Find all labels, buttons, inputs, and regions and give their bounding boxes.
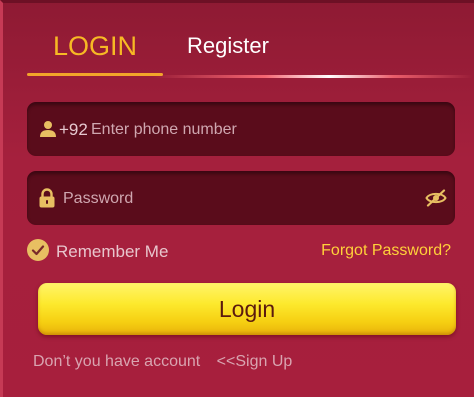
tab-register[interactable]: Register: [187, 29, 269, 63]
check-circle-icon[interactable]: [27, 239, 49, 261]
signup-row: Don’t you have account <<Sign Up: [33, 353, 292, 371]
remember-me-label: Remember Me: [56, 242, 169, 261]
active-tab-indicator: [27, 73, 163, 76]
tab-login[interactable]: LOGIN: [27, 29, 163, 77]
glow-divider: [153, 75, 473, 78]
eye-slash-icon[interactable]: [425, 189, 447, 207]
forgot-password-link[interactable]: Forgot Password?: [321, 242, 451, 260]
signup-prompt: Don’t you have account: [33, 353, 201, 370]
password-field[interactable]: [27, 171, 455, 225]
country-code-prefix: +92: [59, 120, 88, 139]
signup-link[interactable]: <<Sign Up: [217, 353, 293, 370]
phone-input[interactable]: [91, 113, 431, 147]
phone-field[interactable]: +92: [27, 102, 455, 156]
login-panel: LOGIN Register +92 Enter phone number Re…: [0, 0, 474, 397]
user-icon: [39, 120, 57, 138]
tab-bar: LOGIN Register: [3, 29, 474, 79]
lock-icon: [39, 188, 55, 208]
password-input[interactable]: [63, 182, 413, 216]
login-button[interactable]: Login: [38, 283, 456, 335]
